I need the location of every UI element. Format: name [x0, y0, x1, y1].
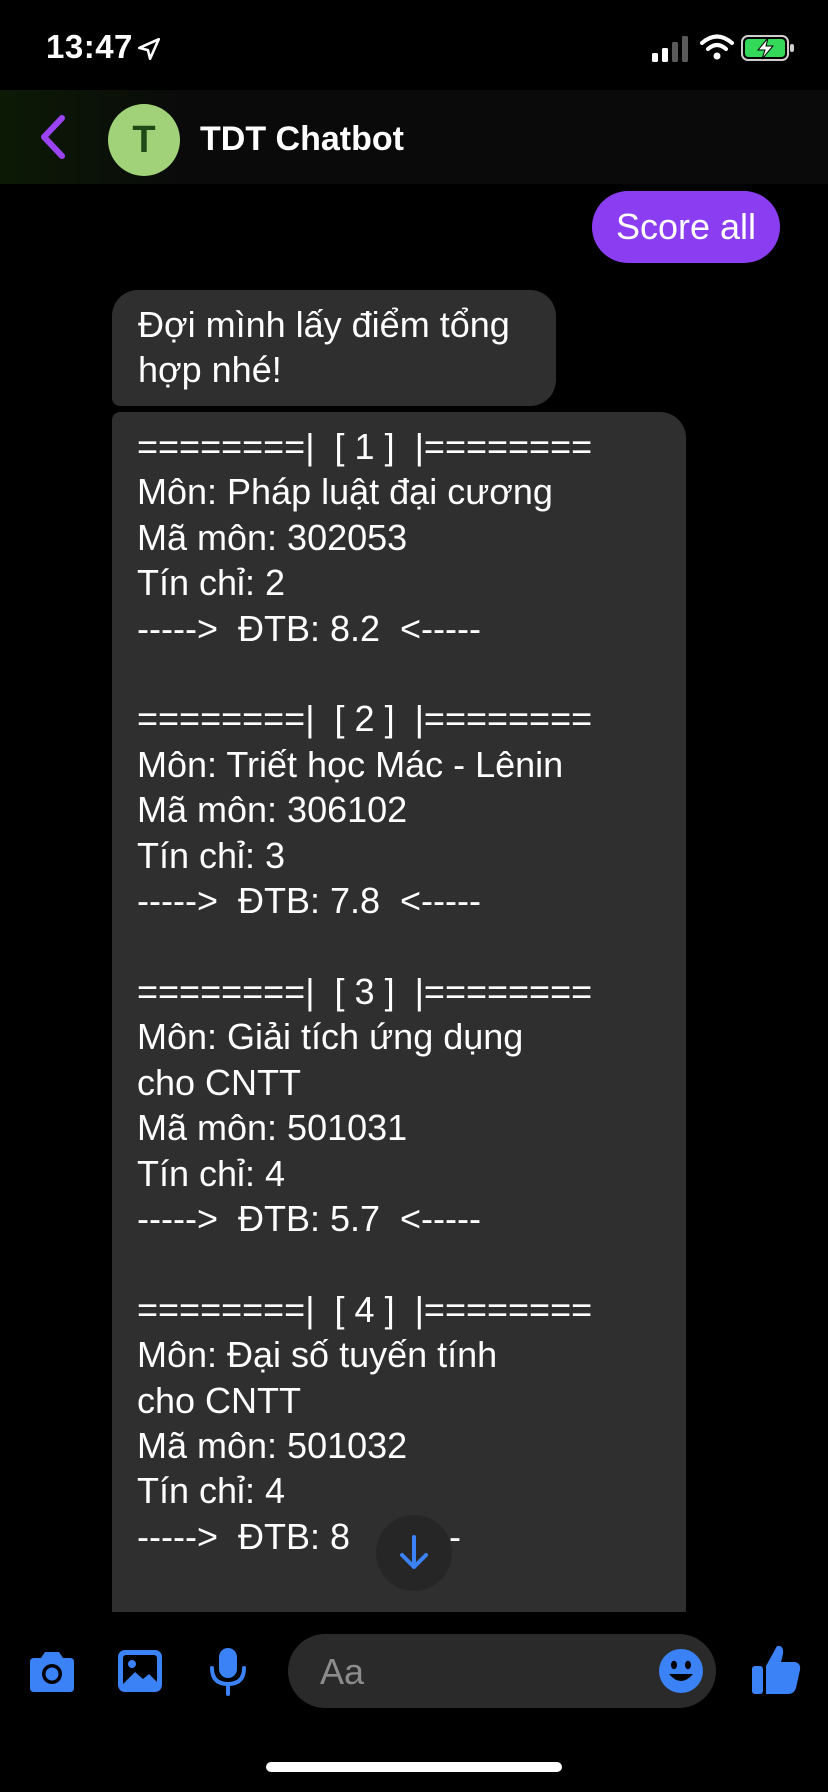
message-input[interactable] — [318, 1634, 622, 1710]
chat-header: T TDT Chatbot — [0, 90, 828, 184]
sent-message[interactable]: Score all — [591, 191, 780, 263]
microphone-icon[interactable] — [208, 1646, 248, 1698]
status-time: 13:47 — [46, 28, 133, 65]
chat-title[interactable]: TDT Chatbot — [200, 120, 404, 159]
received-message-text: Đợi mình lấy điểm tổng hợp nhé! — [138, 304, 510, 390]
gallery-icon[interactable] — [116, 1648, 164, 1694]
battery-charging-icon — [741, 35, 794, 61]
received-message[interactable]: Đợi mình lấy điểm tổng hợp nhé! — [112, 290, 556, 406]
wifi-icon — [700, 34, 734, 60]
composer-bar — [0, 1614, 828, 1792]
scroll-to-bottom-button[interactable] — [376, 1515, 452, 1591]
message-input-container[interactable] — [288, 1634, 716, 1710]
signal-icon — [652, 36, 688, 62]
score-message[interactable]: ========| [ 1 ] |======== Môn: Pháp luật… — [112, 412, 686, 1612]
camera-icon[interactable] — [26, 1650, 78, 1694]
avatar[interactable]: T — [108, 104, 180, 176]
back-chevron-icon[interactable] — [34, 112, 74, 162]
sent-message-text: Score all — [615, 206, 756, 247]
emoji-icon[interactable] — [658, 1648, 704, 1694]
score-message-text: ========| [ 1 ] |======== Môn: Pháp luật… — [137, 426, 593, 1612]
status-bar: 13:47 — [0, 0, 828, 90]
location-arrow-icon — [137, 37, 161, 61]
home-indicator — [266, 1762, 562, 1772]
arrow-down-icon — [400, 1535, 428, 1569]
avatar-letter: T — [132, 118, 156, 161]
thumbs-up-icon[interactable] — [750, 1642, 802, 1696]
